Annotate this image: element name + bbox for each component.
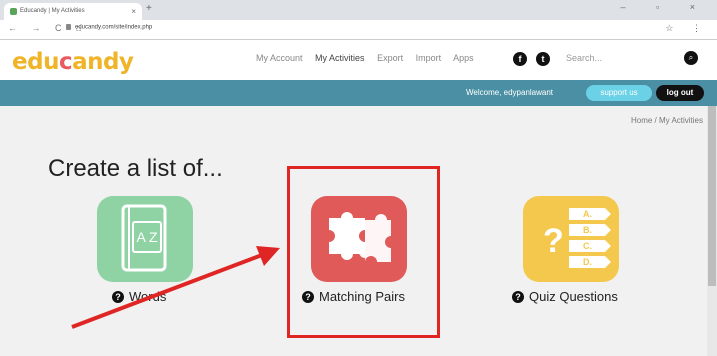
scrollbar-thumb[interactable] [708, 106, 716, 286]
arrow-annotation [71, 246, 280, 329]
arrow-line [71, 253, 263, 329]
screenshot-frame: Educandy | My Activities × + – ▫ × ← → C… [0, 0, 717, 356]
